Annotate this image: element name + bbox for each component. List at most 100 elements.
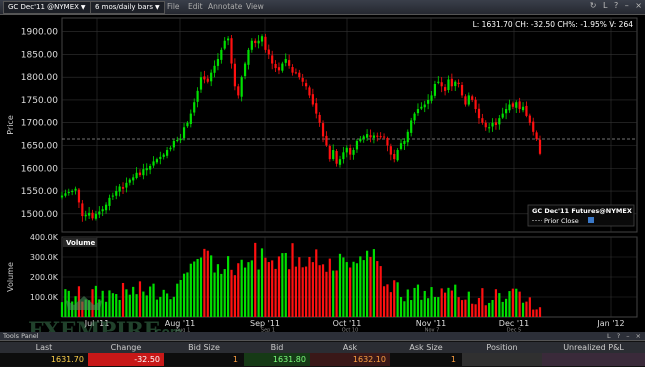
candle-body	[206, 78, 209, 82]
candle-body	[376, 135, 379, 137]
minimize-icon[interactable]: –	[625, 1, 629, 10]
price-chart[interactable]: 1500.00 1550.00 1600.00 1650.00 1700.00 1750.…	[0, 15, 645, 332]
candle-body	[115, 191, 118, 196]
volume-bar	[396, 282, 399, 317]
candle-body	[362, 136, 365, 140]
candle-body	[98, 211, 101, 215]
price-tick-label: 1800.00	[21, 73, 58, 83]
candle-body	[389, 146, 392, 155]
candle-body	[488, 127, 491, 129]
value-change: -32.50	[88, 353, 164, 366]
candle-body	[81, 203, 84, 217]
candle-body	[159, 156, 162, 160]
volume-bar	[488, 302, 491, 317]
volume-bar	[389, 292, 392, 317]
price-tick-label: 1700.00	[21, 119, 58, 129]
minimize-icon[interactable]: –	[626, 332, 629, 340]
candle-body	[104, 204, 108, 211]
value-ask: 1632.10	[310, 353, 390, 366]
candle-body	[399, 143, 403, 150]
close-icon[interactable]: ×	[635, 1, 642, 10]
tools-panel-controls: L ? – ×	[603, 332, 641, 341]
candle-body	[366, 134, 369, 138]
price-tick-label: 1900.00	[21, 28, 58, 38]
candle-body	[318, 114, 321, 123]
link-icon[interactable]: L	[603, 1, 607, 10]
volume-bar	[393, 280, 396, 317]
candle-body	[257, 40, 260, 44]
volume-bar	[291, 243, 294, 317]
candle-body	[172, 140, 175, 148]
header-last: Last	[35, 343, 53, 352]
candle-body	[118, 186, 121, 192]
candle-body	[216, 58, 220, 66]
candle-body	[291, 67, 294, 73]
candle-body	[267, 49, 270, 55]
price-tick-label: 1500.00	[21, 210, 58, 220]
symbol-selector[interactable]: GC Dec'11 @NYMEX ▼	[3, 1, 91, 14]
candle-body	[304, 83, 308, 87]
candle-body	[372, 135, 375, 138]
menu-view[interactable]: View	[246, 2, 264, 11]
candle-body	[84, 214, 87, 217]
volume-bar	[372, 249, 375, 317]
period-selector[interactable]: 6 mos/daily bars ▼	[90, 1, 165, 14]
candle-body	[203, 76, 206, 80]
candle-body	[125, 182, 128, 188]
help-icon[interactable]: ?	[614, 1, 618, 10]
value-bid: 1631.80	[244, 353, 310, 366]
value-ask-size: 1	[450, 355, 456, 364]
volume-bar	[515, 288, 518, 317]
volume-bar	[362, 260, 365, 317]
volume-bar	[403, 301, 406, 317]
candle-body	[101, 209, 104, 212]
volume-bar	[535, 309, 538, 317]
menu-annotate[interactable]: Annotate	[208, 2, 242, 11]
volume-bar	[427, 298, 430, 317]
candle-body	[427, 99, 430, 104]
candle-body	[111, 195, 114, 197]
refresh-icon[interactable]: ↻	[590, 1, 597, 10]
candle-body	[193, 102, 196, 113]
volume-bar	[304, 266, 308, 317]
volume-bar	[443, 292, 447, 317]
menu-edit[interactable]: Edit	[188, 2, 203, 11]
candle-body	[460, 84, 464, 96]
window-controls: ↻ L ? – ×	[586, 1, 642, 10]
volume-bar	[477, 298, 481, 317]
candle-body	[230, 38, 233, 64]
candle-body	[142, 169, 145, 176]
price-tick-label: 1600.00	[21, 164, 58, 174]
candle-body	[406, 131, 409, 143]
volume-bar	[328, 258, 331, 317]
volume-bar	[237, 263, 240, 317]
volume-bar	[308, 256, 311, 317]
candle-body	[342, 152, 345, 160]
header-unrealized-pnl: Unrealized P&L	[563, 343, 624, 352]
volume-bar	[271, 260, 274, 317]
volume-bar	[325, 271, 328, 317]
volume-bar	[532, 309, 535, 317]
volume-bar	[525, 301, 528, 317]
close-icon[interactable]: ×	[636, 332, 641, 340]
candle-body	[223, 40, 226, 49]
candle-body	[250, 40, 253, 50]
candle-body	[294, 72, 298, 74]
volume-bar	[250, 260, 253, 317]
candle-body	[271, 55, 274, 64]
volume-bar	[352, 261, 355, 317]
candle-body	[315, 103, 318, 114]
volume-bar	[457, 297, 460, 317]
candle-body	[152, 161, 155, 166]
candle-body	[237, 86, 240, 96]
help-icon[interactable]: ?	[617, 332, 620, 340]
menu-file[interactable]: File	[167, 2, 180, 11]
candle-body	[240, 77, 243, 97]
link-icon[interactable]: L	[607, 332, 611, 340]
candle-body	[162, 154, 165, 157]
value-last: 1631.70	[50, 355, 84, 364]
tools-panel-title: Tools Panel	[3, 332, 39, 340]
volume-bar	[386, 284, 389, 317]
candle-body	[508, 104, 511, 111]
legend-item: Prior Close	[544, 217, 579, 225]
